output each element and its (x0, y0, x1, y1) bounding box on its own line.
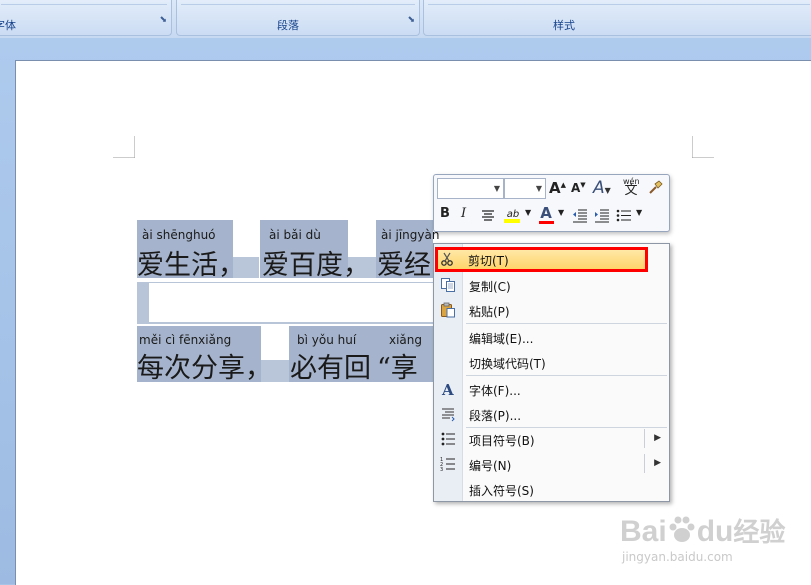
numbering-icon: 1 2 3 (440, 457, 455, 472)
menu-item-numbering[interactable]: 1 2 3 编号(N) ▶ (434, 452, 669, 477)
font-color-icon: A (540, 204, 552, 222)
copy-icon (441, 278, 455, 292)
document-text: 爱百度， (262, 250, 370, 281)
document-text: 每次分享， (137, 353, 272, 384)
menu-item-label: 段落(P)... (469, 409, 522, 423)
pinyin-text: ài jīngyàn (381, 228, 440, 242)
menu-separator (466, 375, 667, 376)
context-menu: 复制(C) 粘贴(P) 编辑域(E)... 切换域代码(T) A 字体(F)..… (433, 243, 670, 502)
styles-icon: A (593, 178, 605, 198)
submenu-arrow-icon[interactable]: ▶ (654, 433, 661, 443)
menu-item-paste[interactable]: 粘贴(P) (434, 298, 669, 323)
pinyin-text: měi cì fēnxiǎng (139, 333, 232, 347)
baidu-jingyan-watermark: Bai du经验 jingyan.baidu.com (618, 498, 798, 570)
pinyin-text: xiǎng (389, 333, 423, 347)
menu-item-label: 项目符号(B) (469, 434, 535, 448)
ribbon-group-font: 字体 ⬊ (0, 0, 172, 36)
ribbon: 字体 ⬊ 段落 ⬊ 样式 (0, 0, 811, 39)
center-align-icon[interactable] (481, 209, 495, 223)
ribbon-group-font-title: 字体 (0, 19, 16, 32)
submenu-divider (644, 429, 645, 448)
styles-button[interactable]: A▼ (593, 178, 611, 198)
pinyin-text: ài shēnghuó (142, 228, 216, 242)
highlight-color-swatch (504, 219, 520, 223)
menu-item-label: 编号(N) (469, 459, 512, 473)
selection-gap (149, 283, 433, 322)
shrink-font-button[interactable]: A▼ (571, 181, 586, 195)
font-color-button[interactable]: A (538, 204, 554, 226)
margin-corner-top-left (113, 136, 135, 158)
chevron-down-icon: ▼ (535, 184, 542, 193)
document-text: 爱生活， (137, 250, 245, 281)
phonetic-guide-icon: 文 (624, 183, 638, 198)
shrink-font-icon: A (571, 181, 581, 195)
watermark-suffix: 经验 (733, 517, 786, 547)
document-text: 爱经 (377, 250, 431, 281)
phonetic-guide-button[interactable]: wén 文 (623, 177, 640, 198)
font-name-combo[interactable]: ▼ (437, 178, 504, 199)
chevron-down-icon: ▼ (493, 184, 500, 193)
menu-item-label: 插入符号(S) (469, 484, 534, 498)
menu-item-copy[interactable]: 复制(C) (434, 273, 669, 298)
increase-indent-icon[interactable] (594, 208, 610, 223)
font-icon: A (441, 381, 454, 397)
menu-item-label: 复制(C) (469, 280, 511, 294)
margin-corner-top-right (692, 136, 714, 158)
submenu-arrow-icon[interactable]: ▶ (654, 458, 661, 468)
pinyin-text: bì yǒu huí (297, 333, 357, 347)
document-text: 必有回 (290, 353, 371, 384)
ribbon-group-styles: 样式 (423, 0, 811, 36)
paste-icon (441, 302, 455, 318)
menu-item-edit-field[interactable]: 编辑域(E)... (434, 325, 669, 350)
bold-button[interactable]: B (440, 206, 450, 221)
italic-button[interactable]: I (461, 206, 466, 221)
font-color-swatch (539, 221, 554, 224)
grow-font-button[interactable]: A▲ (549, 179, 566, 197)
menu-item-paragraph[interactable]: 段落(P)... (434, 402, 669, 427)
chevron-down-icon[interactable]: ▼ (558, 208, 564, 217)
grow-font-icon: A (549, 179, 561, 197)
submenu-divider (644, 454, 645, 473)
menu-item-label: 字体(F)... (469, 384, 521, 398)
menu-item-label: 切换域代码(T) (469, 357, 546, 371)
menu-item-label: 编辑域(E)... (469, 332, 534, 346)
chevron-down-icon[interactable]: ▼ (636, 208, 642, 217)
svg-text:A: A (441, 381, 454, 397)
paw-icon (669, 516, 695, 542)
format-painter-icon[interactable] (647, 180, 663, 196)
mini-toolbar: ▼ ▼ A▲ A▼ A▼ wén 文 B I ab ▼ A ▼ ▼ (433, 174, 670, 232)
highlight-outline (435, 247, 648, 272)
watermark-brand: Bai (620, 515, 667, 548)
menu-item-toggle-field-codes[interactable]: 切换域代码(T) (434, 350, 669, 375)
menu-item-label: 粘贴(P) (469, 305, 510, 319)
menu-separator (466, 323, 667, 324)
menu-item-bullets[interactable]: 项目符号(B) ▶ (434, 427, 669, 452)
watermark-url: jingyan.baidu.com (622, 550, 733, 564)
decrease-indent-icon[interactable] (572, 208, 588, 223)
menu-item-font[interactable]: A 字体(F)... (434, 377, 669, 402)
chevron-down-icon[interactable]: ▼ (525, 208, 531, 217)
svg-text:3: 3 (440, 467, 443, 472)
pinyin-text: ài bǎi dù (269, 228, 321, 242)
paragraph-icon (442, 408, 455, 422)
ribbon-group-styles-title: 样式 (553, 19, 575, 32)
watermark-brand-2: du (696, 515, 734, 548)
highlight-button[interactable]: ab (503, 205, 523, 225)
bullets-icon (441, 432, 455, 446)
font-size-combo[interactable]: ▼ (504, 178, 546, 199)
document-text: “享 (377, 353, 418, 384)
bullets-icon[interactable] (616, 208, 632, 223)
